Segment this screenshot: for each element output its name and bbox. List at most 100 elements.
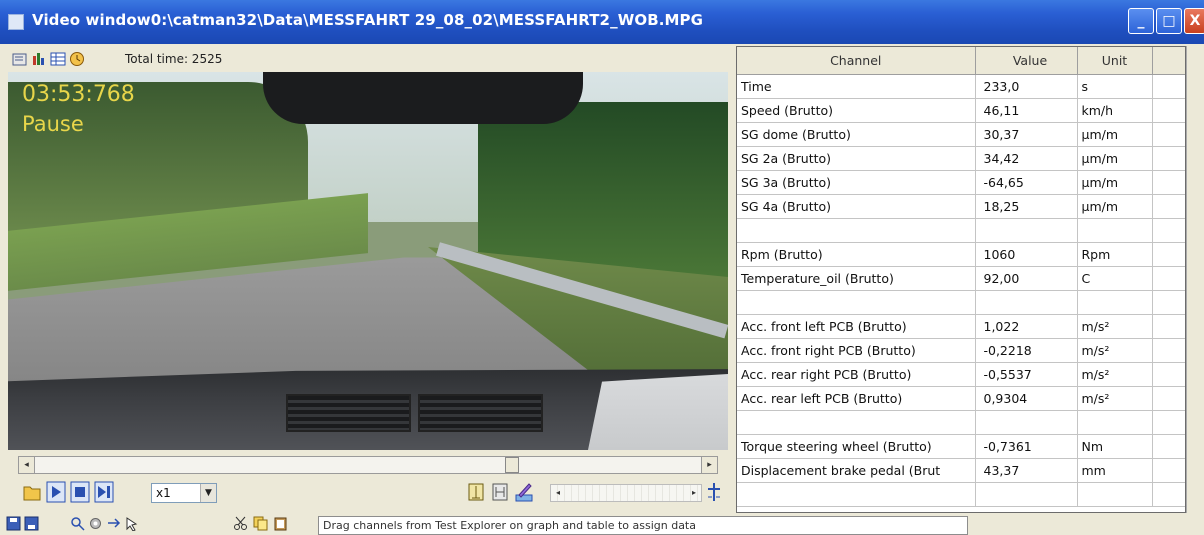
cell-value [975,410,1078,435]
cell-filler [1152,314,1185,339]
cell-unit: mm [1077,458,1153,483]
maximize-button[interactable]: □ [1156,8,1182,34]
cell-unit: m/s² [1077,362,1153,387]
table-row[interactable]: Temperature_oil (Brutto) 92,00 C [737,266,1185,291]
edit-pen-icon[interactable] [514,481,534,503]
table-row[interactable]: SG dome (Brutto) 30,37 µm/m [737,122,1185,147]
header-value[interactable]: Value [975,47,1078,75]
channel-value-table[interactable]: Channel Value Unit Time 233,0 s Speed (Brut… [736,46,1186,513]
cut-icon[interactable] [233,516,248,531]
video-frame[interactable]: 03:53:768 Pause [8,72,728,450]
zoom-icon[interactable] [70,516,85,531]
seek-right-arrow-icon[interactable]: ▸ [701,457,717,473]
table-row[interactable]: Acc. rear right PCB (Brutto) -0,5537 m/s² [737,362,1185,387]
header-filler [1152,47,1185,75]
cell-value: 46,11 [975,98,1078,123]
paste-icon[interactable] [273,516,288,531]
video-air-vent-left [286,394,411,432]
sync-slider[interactable]: ◂ ▸ [550,484,702,502]
seek-left-arrow-icon[interactable]: ◂ [19,457,35,473]
cell-value: 92,00 [975,266,1078,291]
minimize-button[interactable]: _ [1128,8,1154,34]
table-row[interactable] [737,482,1185,507]
cell-channel: Acc. front left PCB (Brutto) [737,314,976,339]
table-icon[interactable] [50,51,66,67]
graph-icon[interactable] [31,51,47,67]
table-row[interactable]: Acc. front left PCB (Brutto) 1,022 m/s² [737,314,1185,339]
chevron-down-icon[interactable]: ▼ [200,484,216,502]
cell-channel: Acc. rear left PCB (Brutto) [737,386,976,411]
marker-start-icon[interactable] [466,481,486,503]
cell-filler [1152,218,1185,243]
video-dashboard-panel [588,374,728,450]
table-row[interactable] [737,290,1185,315]
table-row[interactable]: Torque steering wheel (Brutto) -0,7361 Nm [737,434,1185,459]
clock-icon[interactable] [69,51,85,67]
play-icon[interactable] [46,481,66,503]
table-row[interactable]: Rpm (Brutto) 1060 Rpm [737,242,1185,267]
cell-value [975,290,1078,315]
cell-value: -64,65 [975,170,1078,195]
close-button[interactable]: X [1184,8,1204,34]
seek-thumb[interactable] [505,457,519,473]
sync-right-arrow-icon[interactable]: ▸ [687,485,701,501]
cell-unit: Rpm [1077,242,1153,267]
cell-value: 0,9304 [975,386,1078,411]
table-row[interactable]: Acc. front right PCB (Brutto) -0,2218 m/s² [737,338,1185,363]
maximize-icon: □ [1162,13,1176,29]
cell-channel: Acc. front right PCB (Brutto) [737,338,976,363]
table-row[interactable]: SG 3a (Brutto) -64,65 µm/m [737,170,1185,195]
sync-left-arrow-icon[interactable]: ◂ [551,485,565,501]
cell-value: -0,7361 [975,434,1078,459]
header-unit[interactable]: Unit [1077,47,1153,75]
cell-channel [737,410,976,435]
playback-speed-select[interactable]: x1 ▼ [151,483,217,503]
cell-filler [1152,362,1185,387]
export-icon[interactable] [12,51,28,67]
video-rearview-mirror [263,72,583,124]
table-row[interactable]: Displacement brake pedal (Brut 43,37 mm [737,458,1185,483]
table-row[interactable]: Speed (Brutto) 46,11 km/h [737,98,1185,123]
next-frame-icon[interactable] [94,481,114,503]
cell-filler [1152,194,1185,219]
cell-channel: SG 3a (Brutto) [737,170,976,195]
pointer-icon[interactable] [124,516,139,531]
seek-bar[interactable]: ◂ ▸ [18,456,718,474]
cell-filler [1152,410,1185,435]
stop-icon[interactable] [70,481,90,503]
cell-value [975,218,1078,243]
open-file-icon[interactable] [22,481,42,503]
cell-unit: m/s² [1077,338,1153,363]
table-header-row: Channel Value Unit [737,47,1185,75]
cell-unit: C [1077,266,1153,291]
cell-unit: s [1077,74,1153,99]
save-icon[interactable] [6,516,21,531]
cell-channel: Displacement brake pedal (Brut [737,458,976,483]
cell-channel: Speed (Brutto) [737,98,976,123]
cell-value [975,482,1078,507]
cell-channel: Temperature_oil (Brutto) [737,266,976,291]
video-toolbar: Total time: 2525 [8,47,728,71]
table-row[interactable]: SG 4a (Brutto) 18,25 µm/m [737,194,1185,219]
cell-channel: SG 2a (Brutto) [737,146,976,171]
cell-filler [1152,146,1185,171]
window-title: Video window0:\catman32\Data\MESSFAHRT 2… [32,11,704,29]
sync-icon[interactable] [106,516,121,531]
table-row[interactable]: Time 233,0 s [737,74,1185,99]
cursor-tool-icon[interactable] [704,481,724,503]
marker-range-icon[interactable] [490,481,510,503]
cell-value: 1060 [975,242,1078,267]
minimize-icon: _ [1137,13,1145,29]
table-row[interactable] [737,218,1185,243]
settings-icon[interactable] [88,516,103,531]
cell-filler [1152,386,1185,411]
header-channel[interactable]: Channel [737,47,976,75]
copy-icon[interactable] [253,516,268,531]
table-row[interactable] [737,410,1185,435]
table-body: Time 233,0 s Speed (Brutto) 46,11 km/h SG dome… [737,74,1185,507]
table-row[interactable]: SG 2a (Brutto) 34,42 µm/m [737,146,1185,171]
table-row[interactable]: Acc. rear left PCB (Brutto) 0,9304 m/s² [737,386,1185,411]
cell-filler [1152,122,1185,147]
cell-filler [1152,290,1185,315]
save-as-icon[interactable] [24,516,39,531]
